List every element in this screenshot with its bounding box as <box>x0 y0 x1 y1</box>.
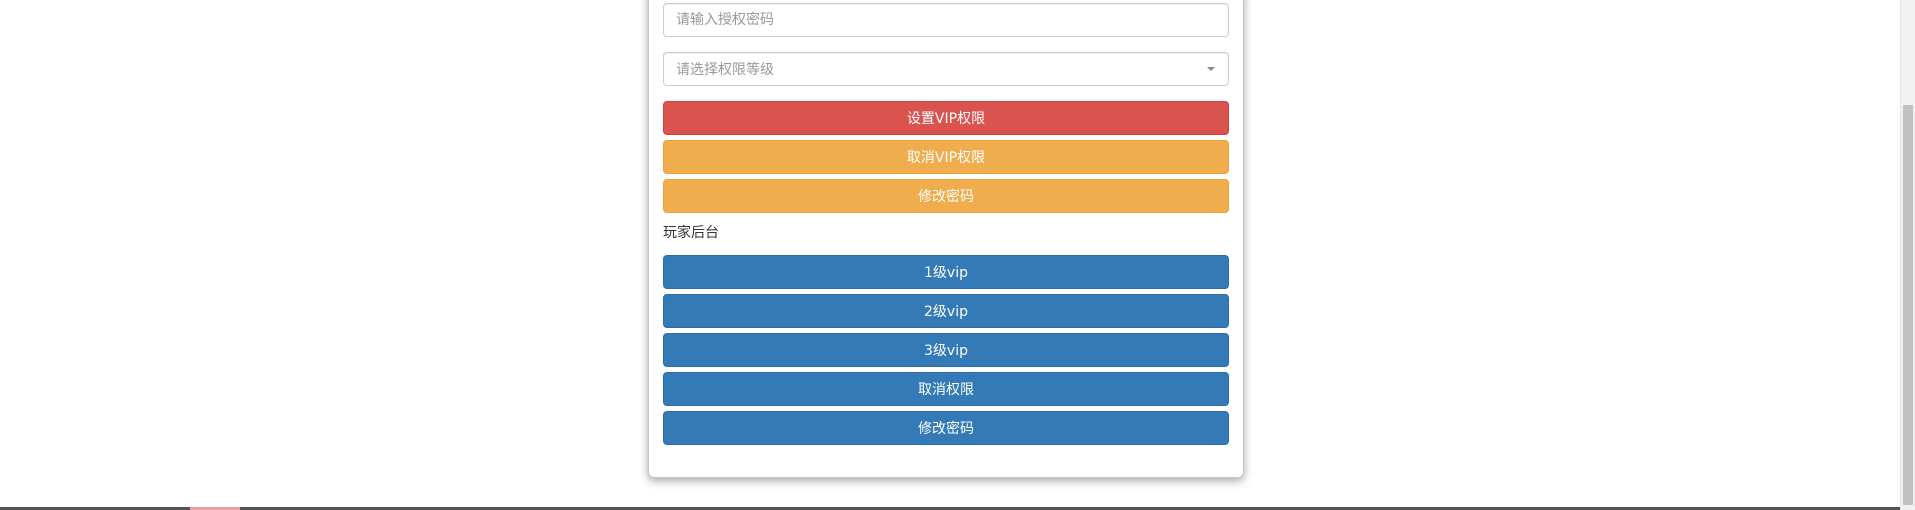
player-change-password-button[interactable]: 修改密码 <box>663 411 1229 445</box>
permission-level-select-box[interactable]: 请选择权限等级 <box>663 52 1229 86</box>
permission-level-select[interactable]: 请选择权限等级 <box>663 52 1229 86</box>
scrollbar-thumb[interactable] <box>1903 105 1913 505</box>
auth-password-input[interactable] <box>663 3 1229 37</box>
cancel-vip-button[interactable]: 取消VIP权限 <box>663 140 1229 174</box>
cancel-permission-button[interactable]: 取消权限 <box>663 372 1229 406</box>
set-vip-button[interactable]: 设置VIP权限 <box>663 101 1229 135</box>
page-scrollbar[interactable] <box>1900 0 1915 510</box>
panel-body: 请选择权限等级 设置VIP权限 取消VIP权限 修改密码 玩家后台 1级vip … <box>663 3 1229 450</box>
player-backend-title: 玩家后台 <box>663 225 719 241</box>
permission-level-placeholder: 请选择权限等级 <box>676 62 774 78</box>
vip-level-1-button[interactable]: 1级vip <box>663 255 1229 289</box>
vip-level-2-button[interactable]: 2级vip <box>663 294 1229 328</box>
page: 请选择权限等级 设置VIP权限 取消VIP权限 修改密码 玩家后台 1级vip … <box>0 0 1915 510</box>
change-password-button[interactable]: 修改密码 <box>663 179 1229 213</box>
vip-level-3-button[interactable]: 3级vip <box>663 333 1229 367</box>
authorization-panel: 请选择权限等级 设置VIP权限 取消VIP权限 修改密码 玩家后台 1级vip … <box>648 0 1244 478</box>
chevron-down-icon <box>1207 67 1215 71</box>
